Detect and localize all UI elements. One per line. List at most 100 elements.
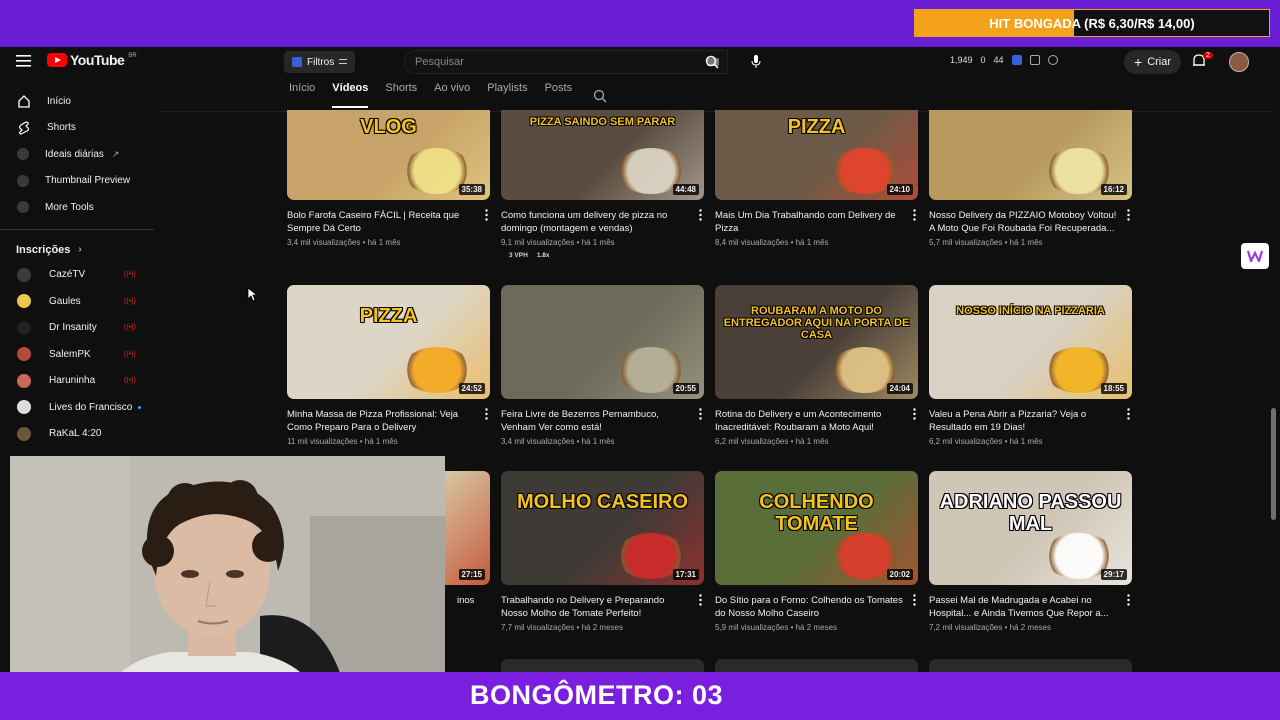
live-icon: ((•)): [124, 377, 136, 385]
notification-badge: 2: [1203, 52, 1213, 59]
video-title[interactable]: Rotina do Delivery e um Acontecimento In…: [715, 408, 918, 434]
home-icon: [17, 94, 31, 108]
extension-icon[interactable]: [1011, 55, 1022, 65]
thumbnail-text: ROUBARAM A MOTO DO ENTREGADOR AQUI NA PO…: [723, 305, 910, 341]
more-options-icon[interactable]: [913, 208, 916, 221]
scrollbar-thumb[interactable]: [1271, 408, 1276, 520]
sidebar-item-shorts[interactable]: Shorts: [0, 115, 154, 142]
filter-button[interactable]: Filtros: [284, 51, 356, 73]
video-thumbnail[interactable]: PIZZA 24:10: [715, 110, 918, 200]
video-thumbnail[interactable]: [929, 659, 1132, 673]
subscription-name: Lives do Francisco: [49, 401, 133, 413]
filter-label: Filtros: [307, 56, 335, 68]
video-title[interactable]: Nosso Delivery da PIZZAIO Motoboy Voltou…: [929, 209, 1132, 235]
video-thumbnail[interactable]: PIZZA 24:52: [287, 285, 490, 399]
video-title[interactable]: Feira Livre de Bezerros Pernambuco, Venh…: [501, 408, 704, 434]
more-options-icon[interactable]: [699, 407, 702, 420]
tab-in-cio[interactable]: Início: [289, 82, 315, 108]
subscription-item[interactable]: Lives do Francisco: [0, 394, 154, 421]
video-thumbnail[interactable]: PIZZA SAINDO SEM PARAR 44:48: [501, 110, 704, 200]
subscription-item[interactable]: Dr Insanity ((•)): [0, 315, 154, 342]
more-options-icon[interactable]: [485, 407, 488, 420]
video-thumbnail[interactable]: [715, 659, 918, 673]
tab-posts[interactable]: Posts: [545, 82, 573, 108]
video-title[interactable]: inos: [457, 595, 474, 606]
video-card[interactable]: PIZZA SAINDO SEM PARAR 44:48 Como funciona…: [501, 110, 704, 259]
more-options-icon[interactable]: [1127, 593, 1130, 606]
video-duration: 24:04: [886, 383, 913, 394]
more-options-icon[interactable]: [485, 208, 488, 221]
tab-ao-vivo[interactable]: Ao vivo: [434, 82, 470, 108]
video-meta: 6,2 mil visualizações • há 1 mês: [715, 437, 829, 446]
subscription-item[interactable]: SalemPK ((•)): [0, 341, 154, 368]
sidebar-item-ideais-di-rias[interactable]: Ideais diárias ↗: [0, 141, 154, 168]
video-thumbnail[interactable]: [501, 659, 704, 673]
subscriptions-heading[interactable]: Inscrições ›: [0, 238, 154, 262]
video-title[interactable]: Como funciona um delivery de pizza no do…: [501, 209, 704, 235]
subscription-item[interactable]: RaKaL 4:20: [0, 421, 154, 448]
menu-icon[interactable]: [16, 55, 31, 67]
more-options-icon[interactable]: [913, 407, 916, 420]
sidebar-item-thumbnail-preview[interactable]: Thumbnail Preview: [0, 168, 154, 195]
video-meta: 3,4 mil visualizações • há 1 mês: [501, 437, 615, 446]
search-button[interactable]: [696, 50, 728, 74]
channel-search-icon[interactable]: [593, 89, 607, 103]
voice-search-button[interactable]: [744, 50, 768, 74]
subscription-name: RaKaL 4:20: [49, 428, 102, 440]
more-options-icon[interactable]: [913, 593, 916, 606]
video-card[interactable]: COLHENDO TOMATE 20:02 Do Sítio para o Forn…: [715, 471, 918, 632]
more-options-icon[interactable]: [699, 208, 702, 221]
video-card[interactable]: 20:55 Feira Livre de Bezerros Pernambuco,…: [501, 285, 704, 446]
video-card[interactable]: PIZZA 24:52 Minha Massa de Pizza Profissio…: [287, 285, 490, 446]
video-duration: 24:10: [886, 184, 913, 195]
search-input[interactable]: Pesquisar: [404, 50, 728, 74]
video-title[interactable]: Bolo Farofa Caseiro FÁCIL | Receita que …: [287, 209, 490, 235]
video-meta: 6,2 mil visualizações • há 1 mês: [929, 437, 1043, 446]
app-icon: [17, 148, 29, 161]
video-title[interactable]: Minha Massa de Pizza Profissional: Veja …: [287, 408, 490, 434]
tab-playlists[interactable]: Playlists: [487, 82, 527, 108]
video-thumbnail[interactable]: COLHENDO TOMATE 20:02: [715, 471, 918, 585]
tools-icon[interactable]: [1029, 55, 1040, 65]
video-card[interactable]: ADRIANO PASSOU MAL 29:17 Passei Mal de Mad…: [929, 471, 1132, 632]
more-options-icon[interactable]: [699, 593, 702, 606]
create-button[interactable]: + Criar: [1124, 50, 1182, 74]
video-thumbnail[interactable]: MOLHO CASEIRO 17:31: [501, 471, 704, 585]
video-card[interactable]: 16:12 Nosso Delivery da PIZZAIO Motoboy V…: [929, 110, 1132, 247]
extension-widget[interactable]: [1241, 243, 1269, 269]
tab-v-deos[interactable]: Vídeos: [332, 82, 369, 108]
chevron-right-icon: ›: [78, 244, 82, 255]
more-options-icon[interactable]: [1127, 407, 1130, 420]
hit-progress-bar: HIT BONGADA (R$ 6,30/R$ 14,00): [914, 9, 1270, 37]
sidebar-item-more-tools[interactable]: More Tools: [0, 194, 154, 221]
subscription-item[interactable]: CazéTV ((•)): [0, 262, 154, 289]
video-thumbnail[interactable]: VLOG 35:38: [287, 110, 490, 200]
youtube-logo[interactable]: YouTube BR: [47, 52, 137, 68]
subscription-item[interactable]: Gaules ((•)): [0, 288, 154, 315]
more-options-icon[interactable]: [1127, 208, 1130, 221]
subscription-item[interactable]: Haruninha ((•)): [0, 368, 154, 395]
video-title[interactable]: Valeu a Pena Abrir a Pizzaria? Veja o Re…: [929, 408, 1132, 434]
video-card[interactable]: VLOG 35:38 Bolo Farofa Caseiro FÁCIL | Rec…: [287, 110, 490, 247]
video-thumbnail[interactable]: 27:15: [445, 471, 490, 585]
video-title[interactable]: Do Sítio para o Forno: Colhendo os Tomat…: [715, 594, 918, 620]
avatar[interactable]: [1229, 52, 1249, 72]
channel-avatar: [17, 400, 31, 415]
trophy-icon[interactable]: [1047, 55, 1058, 65]
video-duration: 17:31: [672, 569, 699, 580]
video-thumbnail[interactable]: 16:12: [929, 110, 1132, 200]
video-title[interactable]: Passei Mal de Madrugada e Acabei no Hosp…: [929, 594, 1132, 620]
video-card[interactable]: ROUBARAM A MOTO DO ENTREGADOR AQUI NA PO…: [715, 285, 918, 446]
video-title[interactable]: Mais Um Dia Trabalhando com Delivery de …: [715, 209, 918, 235]
video-card[interactable]: MOLHO CASEIRO 17:31 Trabalhando no Deliver…: [501, 471, 704, 632]
video-thumbnail[interactable]: ADRIANO PASSOU MAL 29:17: [929, 471, 1132, 585]
video-thumbnail[interactable]: NOSSO INÍCIO NA PIZZARIA 18:55: [929, 285, 1132, 399]
video-card[interactable]: PIZZA 24:10 Mais Um Dia Trabalhando com De…: [715, 110, 918, 247]
video-thumbnail[interactable]: ROUBARAM A MOTO DO ENTREGADOR AQUI NA PO…: [715, 285, 918, 399]
youtube-play-icon: [47, 53, 67, 67]
video-thumbnail[interactable]: 20:55: [501, 285, 704, 399]
sidebar-item-in-cio[interactable]: Início: [0, 88, 154, 115]
video-title[interactable]: Trabalhando no Delivery e Preparando Nos…: [501, 594, 704, 620]
tab-shorts[interactable]: Shorts: [385, 82, 417, 108]
video-card[interactable]: NOSSO INÍCIO NA PIZZARIA 18:55 Valeu a Pen…: [929, 285, 1132, 446]
